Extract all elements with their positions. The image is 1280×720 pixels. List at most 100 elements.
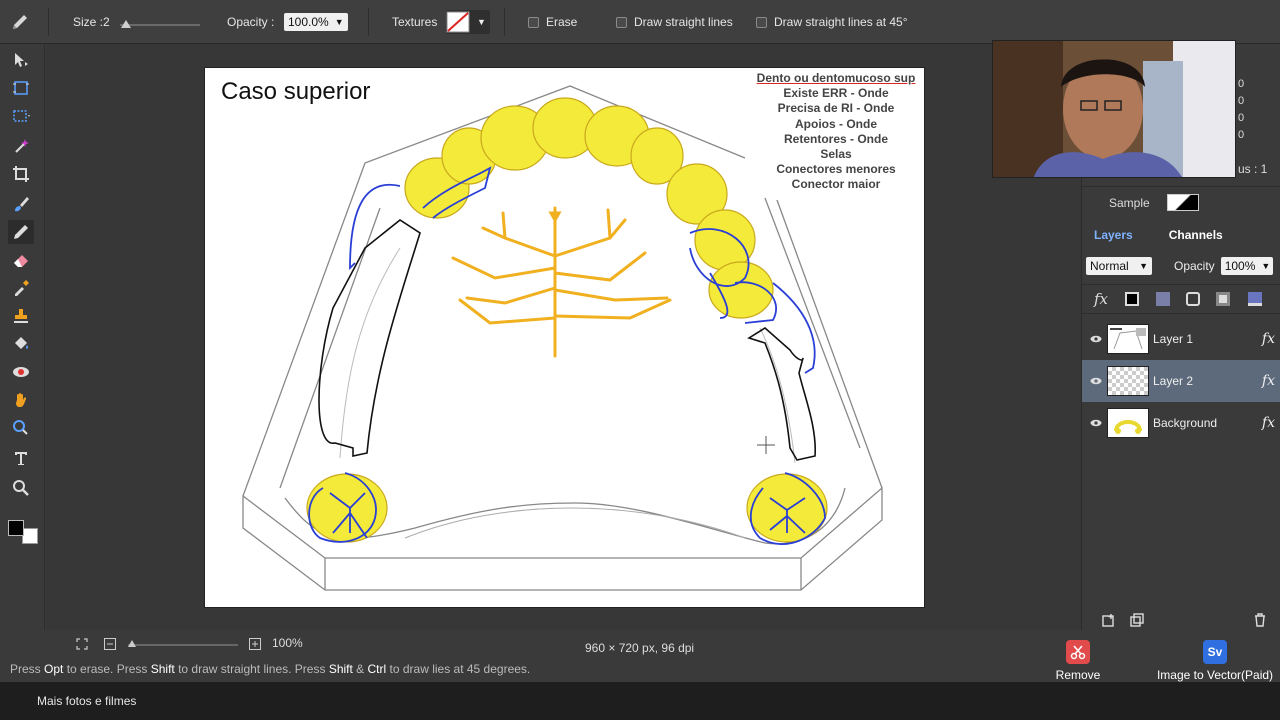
zoom-slider[interactable]: [128, 644, 238, 646]
type-tool[interactable]: [8, 446, 34, 470]
zoom-tool[interactable]: [8, 476, 34, 500]
tab-channels[interactable]: Channels: [1157, 224, 1235, 246]
photos-label[interactable]: Mais fotos e filmes: [37, 694, 136, 708]
chevron-down-icon: ▼: [477, 17, 486, 27]
magnify-shape-icon: [13, 420, 28, 435]
sample-swatch[interactable]: [1167, 194, 1199, 211]
zoom-in-icon[interactable]: [249, 638, 261, 650]
textures-label: Textures: [392, 15, 438, 29]
layer-thumbnail: [1107, 366, 1149, 396]
layer-thumbnail: [1107, 324, 1149, 354]
paint-bucket-tool[interactable]: [8, 332, 34, 356]
webcam-person-image: [993, 41, 1235, 177]
layer-row-layer-2[interactable]: Layer 2 fx: [1082, 360, 1280, 402]
texture-picker[interactable]: ▼: [446, 10, 490, 34]
checklist-notes: Dento ou dentomucoso sup Existe ERR - On…: [750, 71, 922, 193]
tools-sidebar: [0, 44, 45, 630]
checkbox-box[interactable]: [528, 16, 539, 28]
move-arrow-icon: [15, 53, 28, 67]
marquee-tool[interactable]: [8, 104, 34, 128]
zoom-level: 100%: [272, 636, 303, 650]
note-line: Selas: [820, 147, 852, 162]
divider: [48, 8, 49, 36]
note-line: Conectores menores: [776, 162, 896, 177]
frame-icon[interactable]: [1186, 292, 1200, 306]
layer-opacity-dropdown[interactable]: 100% ▼: [1220, 257, 1273, 275]
info-clipped-text: us : 1: [1238, 162, 1268, 176]
hint-text: to draw lies at 45 degrees.: [386, 662, 531, 676]
chevron-down-icon: ▼: [1139, 261, 1148, 271]
artboard-tool[interactable]: [8, 76, 34, 100]
foreground-color-swatch[interactable]: [8, 520, 24, 536]
fx-icon[interactable]: fx: [1262, 415, 1275, 431]
stamp-tool[interactable]: [8, 304, 34, 328]
straight-lines-45-checkbox[interactable]: Draw straight lines at 45°: [756, 0, 908, 44]
crosshair-cursor-icon: [757, 436, 775, 454]
size-slider-handle[interactable]: [121, 20, 131, 28]
blend-mode-dropdown[interactable]: Normal ▼: [1086, 257, 1152, 275]
hint-text: to erase. Press: [63, 662, 151, 676]
scissors-icon: [1066, 640, 1090, 664]
checkbox-box[interactable]: [756, 16, 767, 28]
webcam-overlay: [992, 40, 1236, 178]
crop-tool[interactable]: [8, 162, 34, 186]
eyedropper-tool[interactable]: [8, 276, 34, 300]
size-slider[interactable]: [120, 24, 200, 26]
tab-layers[interactable]: Layers: [1082, 224, 1145, 246]
background-color-swatch[interactable]: [22, 528, 38, 544]
document-canvas[interactable]: Caso superior Dento ou dentomucoso sup E…: [204, 67, 925, 608]
eye-visibility-icon[interactable]: [1090, 375, 1102, 387]
red-eye-tool[interactable]: [8, 360, 34, 384]
layer-name: Background: [1153, 416, 1218, 430]
adjustment-icon[interactable]: [1156, 292, 1170, 306]
image-to-vector-label: Image to Vector(Paid): [1156, 668, 1274, 682]
magic-wand-tool[interactable]: [8, 134, 34, 158]
layer-name: Layer 2: [1153, 374, 1194, 388]
brush-tool[interactable]: [8, 192, 34, 216]
layer-row-layer-1[interactable]: Layer 1 fx: [1082, 318, 1280, 360]
canvas-title: Caso superior: [221, 78, 371, 105]
eye-visibility-icon[interactable]: [1090, 333, 1102, 345]
move-tool[interactable]: [8, 48, 34, 72]
group-icon[interactable]: [1248, 292, 1262, 306]
hint-key: Opt: [44, 662, 64, 676]
layer-row-background[interactable]: Background fx: [1082, 402, 1280, 444]
hint-text: Press: [10, 662, 45, 676]
pencil-icon: [14, 225, 28, 239]
note-line: Apoios - Onde: [795, 116, 877, 131]
checkbox-box[interactable]: [616, 16, 627, 28]
hand-tool[interactable]: [8, 388, 34, 412]
fx-icon[interactable]: fx: [1262, 331, 1275, 347]
fill-layer-icon[interactable]: [1216, 292, 1230, 306]
hint-key: Ctrl: [367, 662, 387, 676]
straight-lines-checkbox[interactable]: Draw straight lines: [616, 0, 733, 44]
workspace: Caso superior Dento ou dentomucoso sup E…: [46, 44, 1081, 630]
eye-visibility-icon[interactable]: [1090, 417, 1102, 429]
new-layer-icon[interactable]: [1102, 613, 1116, 627]
brush-icon: [15, 197, 29, 212]
pencil-tool-icon[interactable]: [10, 12, 30, 32]
eraser-tool[interactable]: [8, 248, 34, 272]
duplicate-layer-icon[interactable]: [1130, 613, 1144, 627]
magic-wand-icon: [15, 139, 29, 153]
eye-icon: [13, 367, 29, 377]
vector-sv-icon: Sv: [1203, 640, 1227, 664]
zoom-out-icon[interactable]: [104, 638, 116, 650]
opacity-dropdown[interactable]: 100.0% ▼: [284, 13, 348, 31]
blend-mode-value: Normal: [1090, 259, 1129, 273]
fit-screen-icon[interactable]: [76, 638, 88, 650]
layer-effects-row: fx: [1082, 284, 1280, 314]
pencil-tool[interactable]: [8, 220, 34, 244]
opacity-value: 100.0%: [288, 15, 329, 29]
info-value: 0: [1238, 112, 1245, 124]
erase-checkbox[interactable]: Erase: [528, 0, 577, 44]
trash-icon[interactable]: [1253, 613, 1267, 627]
mask-icon[interactable]: [1125, 292, 1139, 306]
zoom-slider-handle[interactable]: [128, 640, 136, 647]
image-to-vector-button[interactable]: Sv Image to Vector(Paid): [1156, 640, 1274, 682]
info-value: 0: [1238, 78, 1245, 90]
straight-lines-45-label: Draw straight lines at 45°: [774, 15, 908, 29]
fx-icon[interactable]: fx: [1262, 373, 1275, 389]
shape-tool[interactable]: [8, 416, 34, 440]
document-info: 960 × 720 px, 96 dpi: [585, 641, 695, 655]
